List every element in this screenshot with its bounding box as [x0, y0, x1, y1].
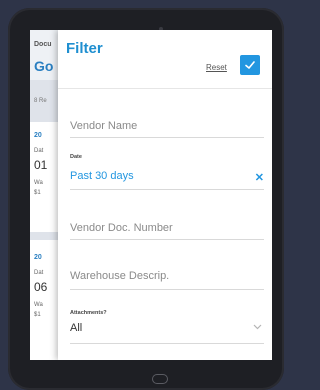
vendor-doc-number-placeholder: Vendor Doc. Number [70, 222, 173, 234]
chevron-down-icon[interactable] [253, 324, 262, 330]
attachments-label: Attachments? [70, 310, 107, 316]
attachments-value: All [70, 322, 83, 334]
home-button[interactable] [152, 374, 168, 384]
reset-link[interactable]: Reset [206, 63, 227, 72]
warehouse-descrip-field[interactable]: Warehouse Descrip. [70, 262, 264, 290]
date-label: Dat [34, 270, 44, 276]
apply-filter-button[interactable] [240, 55, 260, 75]
date-label: Date [70, 154, 82, 160]
vendor-name-field[interactable]: Vendor Name [70, 112, 264, 138]
breadcrumb: Docu [34, 41, 52, 48]
warehouse-label: Wa [34, 180, 43, 186]
attachments-select[interactable]: Attachments? All [70, 310, 264, 344]
page-title: Go [34, 58, 54, 74]
header-divider [58, 88, 272, 89]
amount-value: $1 [34, 312, 41, 318]
warehouse-descrip-placeholder: Warehouse Descrip. [70, 270, 170, 282]
filter-title: Filter [66, 40, 103, 57]
check-icon [245, 61, 255, 69]
result-count: 8 Re [34, 98, 47, 104]
close-icon[interactable]: ✕ [255, 171, 264, 184]
date-value: 06 [34, 280, 48, 294]
vendor-doc-number-field[interactable]: Vendor Doc. Number [70, 214, 264, 240]
document-number: 20 [34, 132, 42, 139]
vendor-name-placeholder: Vendor Name [70, 120, 138, 132]
date-value: Past 30 days [70, 170, 134, 182]
screen: Docu Go 8 Re 20 Dat 01 Wa $1 20 Dat 06 W… [30, 30, 272, 360]
filter-panel: Filter Reset Vendor Name Date Past 30 da… [58, 30, 272, 360]
date-field[interactable]: Date Past 30 days ✕ [70, 154, 264, 190]
amount-value: $1 [34, 190, 41, 196]
document-number: 20 [34, 254, 42, 261]
warehouse-label: Wa [34, 302, 43, 308]
date-label: Dat [34, 148, 44, 154]
date-value: 01 [34, 158, 48, 172]
